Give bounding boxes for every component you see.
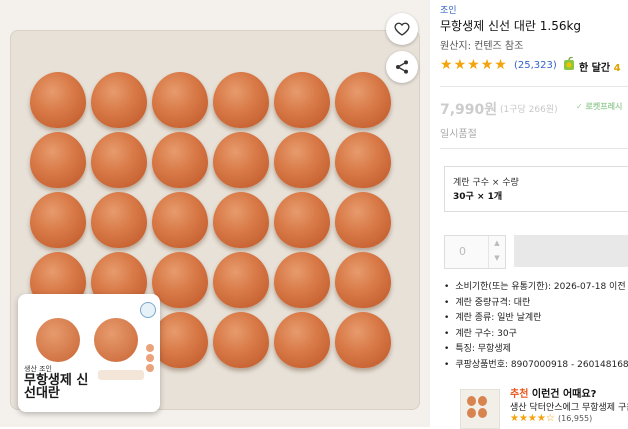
- quantity-down-icon[interactable]: ▼: [489, 251, 505, 266]
- spec-item: 계란 구수: 30구: [444, 327, 628, 343]
- leaf-icon: [564, 57, 574, 70]
- product-image[interactable]: 생산 조인 무항생제 신선대란: [0, 0, 430, 427]
- egg: [335, 312, 391, 368]
- share-icon: [396, 60, 408, 74]
- quantity-up-icon[interactable]: ▲: [489, 236, 505, 251]
- egg: [152, 132, 208, 188]
- divider: [440, 148, 628, 149]
- star-icon: ★: [453, 57, 467, 73]
- spec-item: 계란 중량규격: 대란: [444, 296, 628, 312]
- egg: [274, 192, 330, 248]
- share-button[interactable]: [386, 51, 418, 83]
- package-badge-icon: [140, 302, 156, 318]
- star-icon: ★: [480, 57, 494, 73]
- rocket-fresh-badge: ✓ 로켓프레시: [576, 102, 623, 111]
- egg: [152, 192, 208, 248]
- egg: [213, 312, 269, 368]
- package-line2: 무항생제 신선대란: [24, 373, 89, 401]
- egg: [335, 132, 391, 188]
- oneday-count: 4: [613, 63, 621, 74]
- egg: [213, 132, 269, 188]
- egg: [274, 132, 330, 188]
- quantity-value: 0: [459, 245, 466, 258]
- spec-item: 쿠팡상품번호: 8907000918 - 26014816819: [444, 358, 628, 374]
- divider: [440, 86, 628, 87]
- oneday-label: 한 달간: [579, 63, 611, 74]
- spec-item: 특징: 무항생제: [444, 342, 628, 358]
- egg: [91, 132, 147, 188]
- brand-link[interactable]: 조인: [440, 3, 457, 16]
- egg: [91, 192, 147, 248]
- package-label: 생산 조인 무항생제 신선대란: [18, 294, 160, 412]
- recommendation-review-count: (16,955): [558, 414, 593, 423]
- review-count[interactable]: (25,323): [514, 60, 557, 71]
- option-label: 계란 구수 × 수량: [453, 178, 519, 188]
- egg: [213, 72, 269, 128]
- recommendation-highlight: 추천: [510, 389, 529, 400]
- add-to-cart-button[interactable]: [514, 235, 628, 267]
- recommendation-card[interactable]: 추천 이런건 어때요? 생산 닥터안스에그 무항생제 구운 ★★★★☆ (16,…: [460, 385, 628, 429]
- package-dots: [146, 344, 156, 374]
- star-icon: ★: [467, 57, 480, 73]
- egg: [274, 252, 330, 308]
- recommendation-stars: ★★★★☆: [510, 413, 555, 424]
- spec-item: 소비기한(또는 유통기한): 2026-07-18 이전: [444, 280, 628, 296]
- egg: [213, 252, 269, 308]
- heart-icon: [394, 22, 410, 36]
- star-icon: ★: [440, 57, 453, 73]
- rocket-label: 로켓프레시: [585, 102, 623, 111]
- egg: [213, 192, 269, 248]
- egg: [152, 252, 208, 308]
- recommendation-title-rest: 이런건 어때요?: [528, 389, 597, 400]
- egg: [30, 132, 86, 188]
- egg: [335, 252, 391, 308]
- egg: [274, 72, 330, 128]
- egg: [30, 192, 86, 248]
- product-origin: 원산지: 컨텐즈 참조: [440, 41, 524, 52]
- star-icon: ★: [494, 57, 507, 73]
- egg: [91, 72, 147, 128]
- spec-item: 계란 종류: 일반 날계란: [444, 311, 628, 327]
- option-value: 30구 × 1개: [453, 192, 503, 202]
- unit-price: (1구당 266원): [500, 105, 558, 115]
- package-egg: [36, 318, 80, 362]
- oneday-badge: 한 달간 4: [579, 59, 621, 74]
- soldout-label: 일시품절: [440, 129, 477, 140]
- egg: [335, 192, 391, 248]
- recommendation-title: 추천 이런건 어때요?: [510, 385, 596, 400]
- egg: [335, 72, 391, 128]
- option-selector[interactable]: 계란 구수 × 수량 30구 × 1개: [444, 166, 628, 212]
- egg: [152, 72, 208, 128]
- quantity-stepper[interactable]: 0 ▲ ▼: [444, 235, 506, 269]
- recommendation-thumbnail[interactable]: [460, 389, 500, 429]
- quantity-arrows[interactable]: ▲ ▼: [488, 236, 505, 268]
- product-details: 조인 무항생제 신선 대란 1.56kg 원산지: 컨텐즈 참조 ★ ★ ★ ★…: [440, 0, 628, 429]
- price: 7,990원: [440, 102, 498, 118]
- recommendation-rating: ★★★★☆ (16,955): [510, 413, 592, 424]
- wishlist-button[interactable]: [386, 13, 418, 45]
- egg: [152, 312, 208, 368]
- egg: [274, 312, 330, 368]
- recommendation-name[interactable]: 생산 닥터안스에그 무항생제 구운: [510, 400, 628, 413]
- package-stripe: [98, 370, 144, 380]
- rating-stars[interactable]: ★ ★ ★ ★ ★: [440, 58, 507, 72]
- spec-list: 소비기한(또는 유통기한): 2026-07-18 이전 계란 중량규격: 대란…: [444, 280, 628, 373]
- package-egg: [94, 318, 138, 362]
- egg: [30, 72, 86, 128]
- product-title: 무항생제 신선 대란 1.56kg: [440, 19, 582, 33]
